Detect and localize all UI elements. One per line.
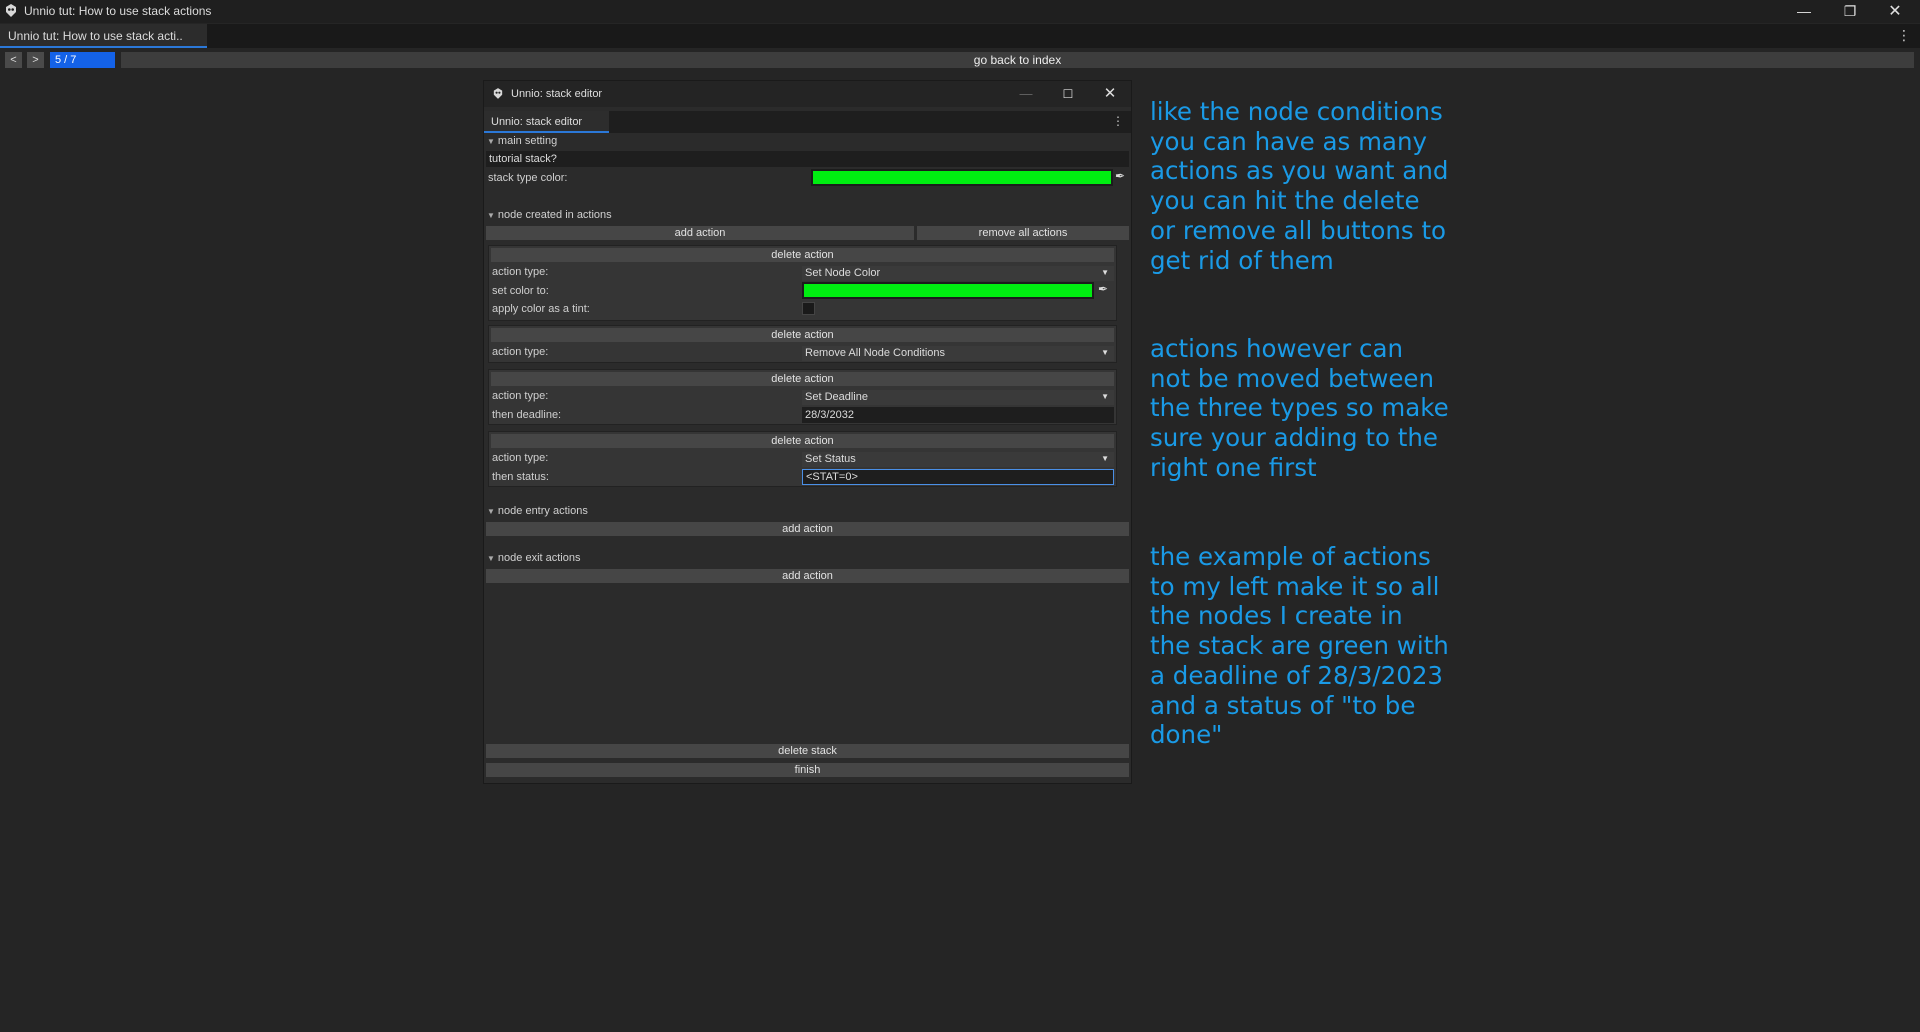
- stack-editor-window: Unnio: stack editor — ☐ ✕ Unnio: stack e…: [483, 80, 1132, 784]
- app-icon: [6, 4, 16, 17]
- note-paragraph: the example of actions to my left make i…: [1150, 542, 1449, 750]
- close-icon[interactable]: ✕: [1100, 84, 1120, 104]
- chevron-down-icon: ▼: [1101, 348, 1109, 357]
- stack-type-color-swatch[interactable]: [811, 169, 1113, 186]
- collapse-arrow-icon: ▼: [487, 507, 495, 516]
- action-type-label: action type:: [492, 266, 549, 278]
- set-color-swatch[interactable]: [802, 282, 1094, 299]
- node-created-actions-header[interactable]: ▼ node created in actions: [487, 209, 612, 221]
- app-icon: [493, 88, 503, 99]
- add-exit-action-button[interactable]: add action: [486, 569, 1129, 583]
- deadline-label: then deadline:: [492, 409, 562, 421]
- maximize-icon[interactable]: ☐: [1058, 84, 1078, 104]
- chevron-down-icon: ▼: [1101, 454, 1109, 463]
- restore-icon[interactable]: ❐: [1827, 0, 1873, 22]
- add-action-button[interactable]: add action: [486, 226, 914, 240]
- editor-title: Unnio: stack editor: [511, 88, 603, 100]
- delete-action-button[interactable]: delete action: [491, 372, 1114, 386]
- editor-title-bar: Unnio: stack editor — ☐ ✕: [484, 81, 1131, 107]
- tab-stack-editor[interactable]: Unnio: stack editor: [484, 111, 609, 133]
- action-panel: delete action action type: Set Status ▼ t…: [488, 431, 1117, 487]
- tab-tutorial[interactable]: Unnio tut: How to use stack acti..: [0, 24, 207, 48]
- more-options-icon[interactable]: ⋮: [1897, 27, 1911, 44]
- eyedropper-icon[interactable]: ✒: [1098, 282, 1108, 296]
- action-type-dropdown[interactable]: Set Deadline ▼: [802, 390, 1114, 405]
- page-indicator: 5 / 7: [50, 52, 115, 68]
- set-color-label: set color to:: [492, 285, 549, 297]
- window-title-bar: Unnio tut: How to use stack actions — ❐ …: [0, 0, 1920, 23]
- delete-action-button[interactable]: delete action: [491, 434, 1114, 448]
- apply-tint-checkbox[interactable]: [802, 302, 815, 315]
- editor-tab-bar: Unnio: stack editor ⋮: [484, 111, 1131, 133]
- note-paragraph: like the node conditions you can have as…: [1150, 97, 1449, 275]
- delete-action-button[interactable]: delete action: [491, 328, 1114, 342]
- main-setting-header[interactable]: ▼ main setting: [487, 135, 557, 147]
- nav-bar: < > 5 / 7 go back to index: [0, 50, 1920, 70]
- action-panel: delete action action type: Set Deadline ▼…: [488, 369, 1117, 425]
- finish-button[interactable]: finish: [486, 763, 1129, 777]
- next-page-button[interactable]: >: [27, 52, 44, 68]
- chevron-down-icon: ▼: [1101, 268, 1109, 277]
- minimize-icon[interactable]: —: [1016, 84, 1036, 104]
- delete-action-button[interactable]: delete action: [491, 248, 1114, 262]
- action-type-label: action type:: [492, 346, 549, 358]
- status-label: then status:: [492, 471, 549, 483]
- note-paragraph: actions however can not be moved between…: [1150, 334, 1449, 482]
- collapse-arrow-icon: ▼: [487, 554, 495, 563]
- chevron-down-icon: ▼: [1101, 392, 1109, 401]
- prev-page-button[interactable]: <: [5, 52, 22, 68]
- deadline-input[interactable]: 28/3/2032: [802, 407, 1114, 423]
- window-title: Unnio tut: How to use stack actions: [24, 4, 212, 18]
- action-panel: delete action action type: Remove All No…: [488, 325, 1117, 363]
- add-entry-action-button[interactable]: add action: [486, 522, 1129, 536]
- tab-bar: Unnio tut: How to use stack acti.. ⋮: [0, 24, 1920, 48]
- collapse-arrow-icon: ▼: [487, 137, 495, 146]
- node-exit-actions-header[interactable]: ▼ node exit actions: [487, 552, 580, 564]
- close-icon[interactable]: ✕: [1872, 0, 1918, 22]
- action-type-dropdown[interactable]: Set Status ▼: [802, 452, 1114, 467]
- node-entry-actions-header[interactable]: ▼ node entry actions: [487, 505, 588, 517]
- action-panel: delete action action type: Set Node Colo…: [488, 245, 1117, 321]
- delete-stack-button[interactable]: delete stack: [486, 744, 1129, 758]
- action-type-dropdown[interactable]: Remove All Node Conditions ▼: [802, 346, 1114, 361]
- status-input[interactable]: <STAT=0>: [802, 469, 1114, 485]
- collapse-arrow-icon: ▼: [487, 211, 495, 220]
- back-to-index-button[interactable]: go back to index: [121, 52, 1914, 68]
- minimize-icon[interactable]: —: [1781, 0, 1827, 22]
- eyedropper-icon[interactable]: ✒: [1115, 169, 1125, 183]
- apply-tint-label: apply color as a tint:: [492, 303, 590, 315]
- action-type-label: action type:: [492, 452, 549, 464]
- remove-all-actions-button[interactable]: remove all actions: [917, 226, 1129, 240]
- action-type-dropdown[interactable]: Set Node Color ▼: [802, 266, 1114, 281]
- stack-type-color-label: stack type color:: [488, 172, 568, 184]
- stack-name-input[interactable]: tutorial stack?: [486, 151, 1129, 167]
- action-type-label: action type:: [492, 390, 549, 402]
- more-options-icon[interactable]: ⋮: [1112, 114, 1124, 128]
